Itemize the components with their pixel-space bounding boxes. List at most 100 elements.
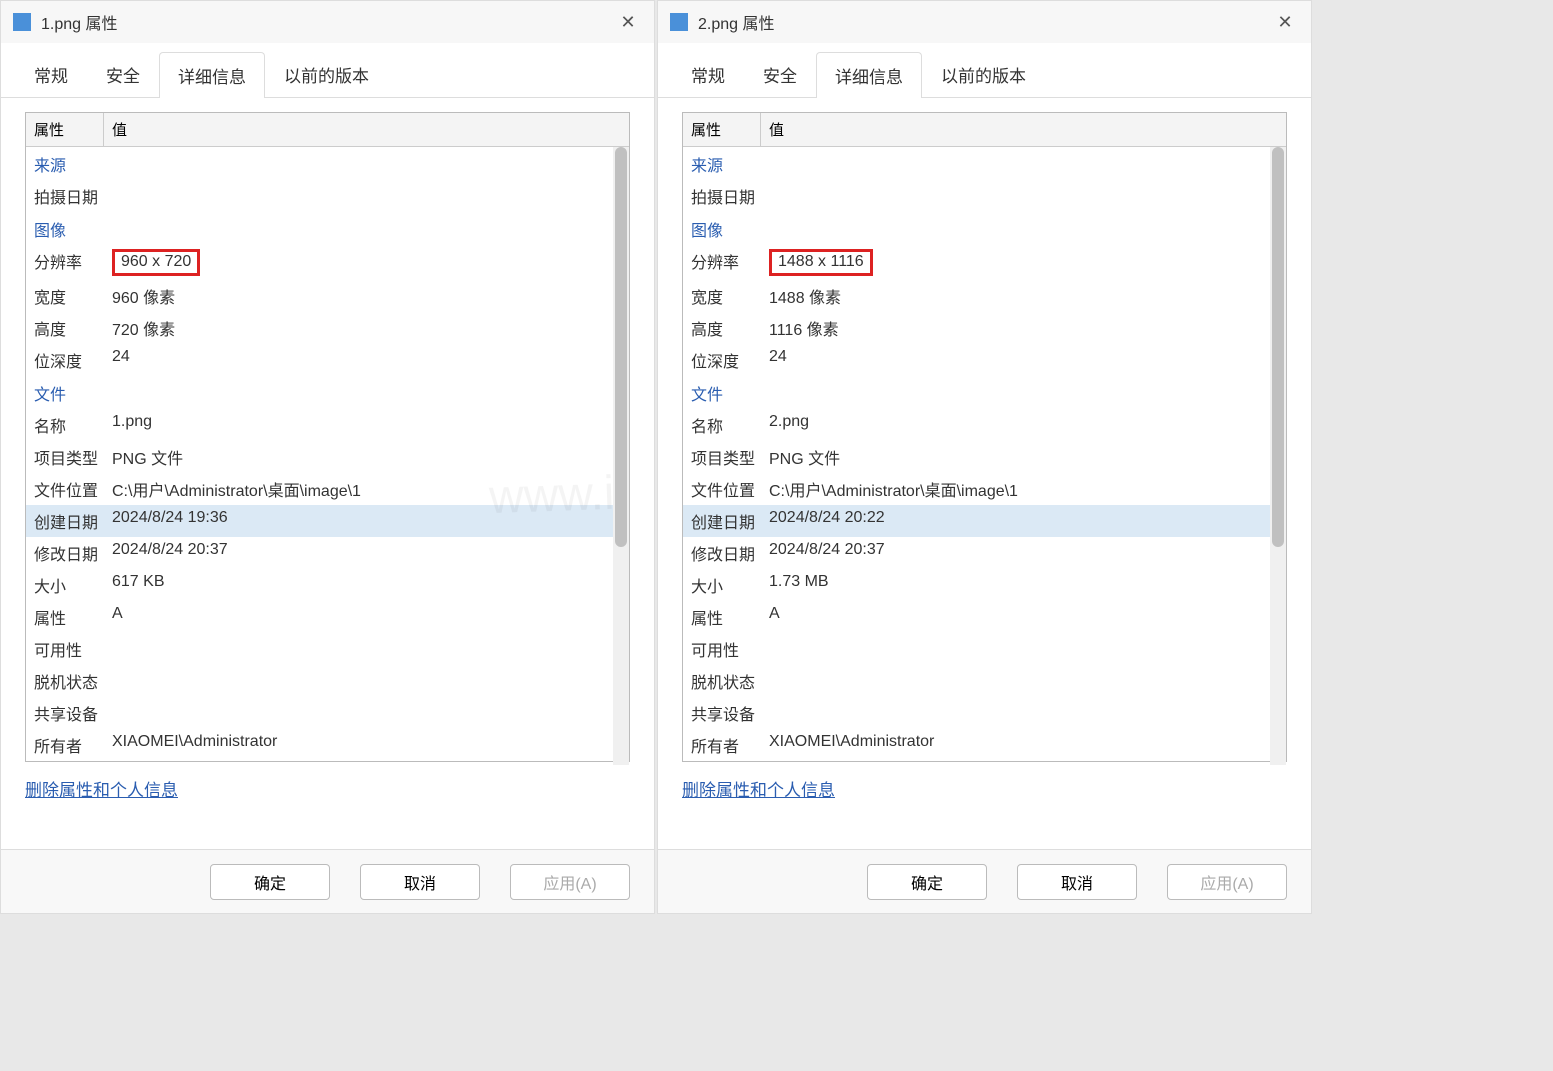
group-header: 图像 [683,212,1286,245]
close-icon[interactable]: ✕ [614,8,642,36]
property-row[interactable]: 高度1116 像素 [683,312,1286,344]
property-value: 1.73 MB [769,573,1278,597]
property-row[interactable]: 宽度1488 像素 [683,280,1286,312]
property-row[interactable]: 名称1.png [26,409,629,441]
property-row[interactable]: 可用性 [683,633,1286,665]
cancel-button[interactable]: 取消 [1017,864,1137,900]
scroll-thumb[interactable] [1272,147,1284,547]
list-body: 来源拍摄日期图像分辨率1488 x 1116宽度1488 像素高度1116 像素… [683,147,1286,765]
property-value: 24 [769,348,1278,372]
property-row[interactable]: 所有者XIAOMEI\Administrator [683,729,1286,761]
property-row[interactable]: 拍摄日期 [683,180,1286,212]
property-row[interactable]: 文件位置C:\用户\Administrator\桌面\image\1 [683,473,1286,505]
property-row[interactable]: 修改日期2024/8/24 20:37 [26,537,629,569]
apply-button[interactable]: 应用(A) [1167,864,1287,900]
property-row[interactable]: 位深度24 [683,344,1286,376]
property-row[interactable]: 共享设备 [26,697,629,729]
property-row[interactable]: 属性A [26,601,629,633]
property-label: 位深度 [691,348,769,372]
tab-2[interactable]: 详细信息 [159,52,265,98]
property-row[interactable]: 计算机XIAOMEI (这台电脑) [26,761,629,765]
scrollbar[interactable] [613,147,629,765]
header-value[interactable]: 值 [104,113,629,146]
property-row[interactable]: 宽度960 像素 [26,280,629,312]
property-value: 2024/8/24 20:22 [769,509,1278,533]
property-row[interactable]: 分辨率960 x 720 [26,245,629,280]
tab-1[interactable]: 安全 [744,51,816,97]
property-row[interactable]: 创建日期2024/8/24 20:22 [683,505,1286,537]
list-header: 属性值 [683,113,1286,147]
property-row[interactable]: 项目类型PNG 文件 [26,441,629,473]
remove-properties-link[interactable]: 删除属性和个人信息 [25,776,178,801]
property-value [769,637,1278,661]
property-value: XIAOMEI\Administrator [112,733,621,757]
ok-button[interactable]: 确定 [210,864,330,900]
property-value [112,701,621,725]
tab-0[interactable]: 常规 [15,51,87,97]
property-row[interactable]: 名称2.png [683,409,1286,441]
property-row[interactable]: 大小1.73 MB [683,569,1286,601]
tab-1[interactable]: 安全 [87,51,159,97]
property-row[interactable]: 脱机状态 [26,665,629,697]
property-label: 拍摄日期 [691,184,769,208]
property-row[interactable]: 可用性 [26,633,629,665]
titlebar: 2.png 属性 ✕ [658,1,1311,43]
property-row[interactable]: 项目类型PNG 文件 [683,441,1286,473]
property-row[interactable]: 分辨率1488 x 1116 [683,245,1286,280]
property-value: 24 [112,348,621,372]
tab-content: 属性值来源拍摄日期图像分辨率960 x 720宽度960 像素高度720 像素位… [1,98,654,849]
cancel-button[interactable]: 取消 [360,864,480,900]
apply-button[interactable]: 应用(A) [510,864,630,900]
property-row[interactable]: 共享设备 [683,697,1286,729]
property-row[interactable]: 拍摄日期 [26,180,629,212]
property-value [769,184,1278,208]
scroll-thumb[interactable] [615,147,627,547]
property-label: 宽度 [691,284,769,308]
property-label: 分辨率 [691,249,769,276]
list-body: 来源拍摄日期图像分辨率960 x 720宽度960 像素高度720 像素位深度2… [26,147,629,765]
property-row[interactable]: 大小617 KB [26,569,629,601]
property-label: 可用性 [691,637,769,661]
property-value: C:\用户\Administrator\桌面\image\1 [112,477,621,501]
property-row[interactable]: 创建日期2024/8/24 19:36 [26,505,629,537]
header-property[interactable]: 属性 [683,113,761,146]
tab-bar: 常规安全详细信息以前的版本 [1,43,654,98]
property-label: 可用性 [34,637,112,661]
property-label: 属性 [34,605,112,629]
property-value: 1116 像素 [769,316,1278,340]
property-row[interactable]: 所有者XIAOMEI\Administrator [26,729,629,761]
property-label: 修改日期 [34,541,112,565]
property-row[interactable]: 修改日期2024/8/24 20:37 [683,537,1286,569]
property-value: 720 像素 [112,316,621,340]
property-row[interactable]: 属性A [683,601,1286,633]
property-label: 所有者 [691,733,769,757]
close-icon[interactable]: ✕ [1271,8,1299,36]
tab-3[interactable]: 以前的版本 [922,51,1045,97]
tab-0[interactable]: 常规 [672,51,744,97]
property-row[interactable]: 计算机XIAOMEI (这台电脑) [683,761,1286,765]
tab-2[interactable]: 详细信息 [816,52,922,98]
property-label: 大小 [691,573,769,597]
property-row[interactable]: 脱机状态 [683,665,1286,697]
header-property[interactable]: 属性 [26,113,104,146]
property-label: 高度 [34,316,112,340]
property-value [769,701,1278,725]
tab-3[interactable]: 以前的版本 [265,51,388,97]
property-label: 共享设备 [691,701,769,725]
property-value [769,669,1278,693]
property-row[interactable]: 位深度24 [26,344,629,376]
group-header: 文件 [683,376,1286,409]
file-icon [670,13,688,31]
property-label: 属性 [691,605,769,629]
property-value [112,184,621,208]
property-value [112,669,621,693]
ok-button[interactable]: 确定 [867,864,987,900]
property-label: 创建日期 [34,509,112,533]
property-row[interactable]: 文件位置C:\用户\Administrator\桌面\image\1 [26,473,629,505]
scrollbar[interactable] [1270,147,1286,765]
property-value: 960 x 720 [112,249,621,276]
remove-properties-link[interactable]: 删除属性和个人信息 [682,776,835,801]
property-row[interactable]: 高度720 像素 [26,312,629,344]
header-value[interactable]: 值 [761,113,1286,146]
highlighted-value: 1488 x 1116 [769,249,873,276]
